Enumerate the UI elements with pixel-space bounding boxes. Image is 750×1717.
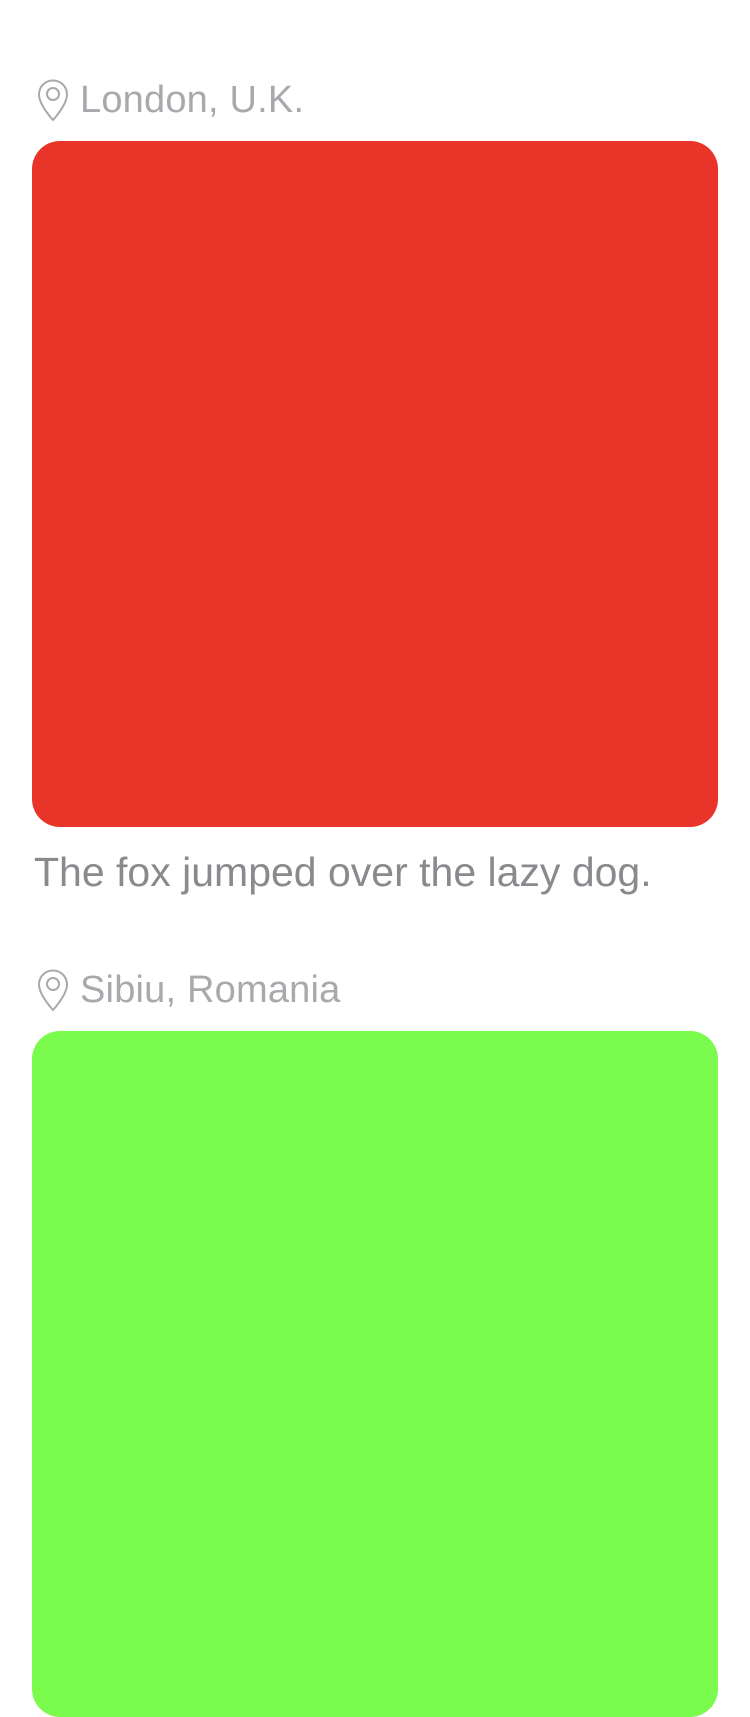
map-pin-icon — [36, 968, 70, 1012]
post-photo[interactable] — [32, 1031, 718, 1717]
location-label: London, U.K. — [80, 79, 305, 121]
post-location[interactable]: Sibiu, Romania — [36, 960, 341, 1020]
location-label: Sibiu, Romania — [80, 969, 341, 1011]
post-photo[interactable] — [32, 141, 718, 827]
post-caption: The fox jumped over the lazy dog. — [34, 849, 652, 895]
map-pin-icon — [36, 78, 70, 122]
post-location[interactable]: London, U.K. — [36, 70, 304, 130]
